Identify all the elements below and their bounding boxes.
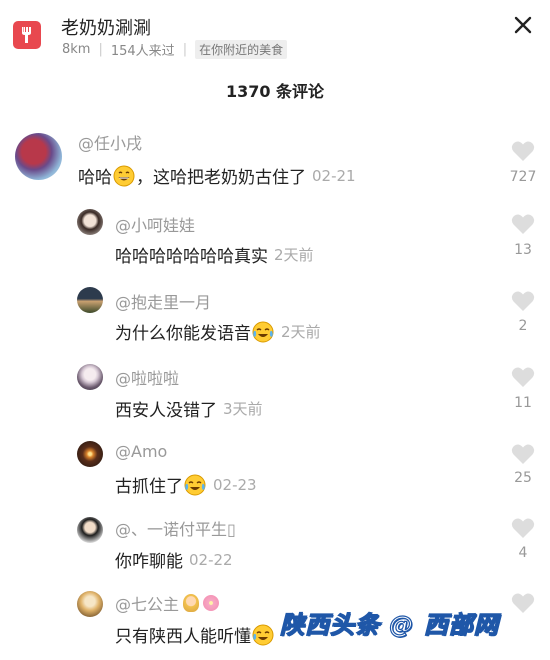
comment-text-part: 你咋聊能 [115, 552, 183, 572]
like-count: 11 [514, 395, 532, 411]
comment-time: 02-22 [189, 550, 233, 569]
avatar[interactable] [77, 287, 103, 313]
cherry-blossom-icon [203, 595, 220, 611]
comment-time: 02-21 [312, 166, 356, 185]
crying-laughing-emoji-icon [252, 624, 274, 645]
avatar[interactable] [77, 364, 103, 390]
heart-icon[interactable] [511, 366, 535, 388]
username[interactable]: @、一诺付平生▯ [115, 516, 236, 540]
close-button[interactable] [512, 14, 534, 36]
heart-icon[interactable] [511, 140, 535, 162]
avatar[interactable] [77, 591, 103, 617]
shop-meta: 8km | 154人来过 | 在你附近的美食 [62, 40, 288, 59]
comment-text: 哈哈 ，这哈把老奶奶古住了 02-21 [78, 163, 356, 188]
comment-text-part: 哈哈 [78, 168, 112, 188]
username[interactable]: @Amo [115, 442, 167, 461]
distance: 8km [62, 42, 91, 57]
avatar[interactable] [15, 133, 62, 180]
heart-icon[interactable] [511, 592, 535, 614]
username[interactable]: @抱走里一月 [115, 289, 211, 313]
avatar[interactable] [77, 209, 103, 235]
username[interactable]: @任小戌 [78, 130, 142, 154]
comment-text-part: ，这哈把老奶奶古住了 [136, 168, 306, 188]
divider: | [182, 42, 188, 57]
comment-time: 3天前 [223, 400, 263, 418]
comment-text: 西安人没错了 3天前 [115, 396, 263, 421]
like-count: 727 [509, 169, 537, 185]
username[interactable]: @啦啦啦 [115, 365, 179, 389]
like-count: 13 [514, 242, 532, 258]
comment-count: 1370 条评论 [225, 82, 325, 101]
like-count: 4 [518, 545, 528, 561]
avatar[interactable] [77, 441, 103, 467]
crying-laughing-emoji-icon [252, 321, 274, 342]
comment-text: 你咋聊能 02-22 [115, 547, 233, 573]
avatar[interactable] [77, 517, 103, 543]
comment-time: 2天前 [274, 246, 314, 264]
laughing-emoji-icon [113, 165, 135, 186]
comment-text: 古抓住了 02-23 [115, 472, 257, 497]
heart-icon[interactable] [511, 443, 535, 465]
comment-text: 哈哈哈哈哈哈哈真实 2天前 [115, 242, 314, 267]
comment-time: 2天前 [281, 323, 321, 341]
heart-icon[interactable] [511, 213, 535, 235]
shop-header: 老奶奶涮涮 8km | 154人来过 | 在你附近的美食 [0, 0, 550, 62]
comment-text-part: 为什么你能发语音 [115, 324, 251, 344]
crying-laughing-emoji-icon [184, 474, 206, 495]
username[interactable]: @七公主 [115, 591, 220, 615]
woman-emoji-icon [183, 594, 200, 612]
like-count: 2 [518, 318, 528, 334]
visit-count: 154人来过 [110, 44, 175, 59]
comment-text: 为什么你能发语音 2天前 [115, 319, 321, 344]
comment-text-part: 古抓住了 [115, 477, 183, 497]
comment-text-part: 只有陕西人能听懂 [115, 627, 251, 647]
fork-icon [13, 21, 41, 49]
username-text: @七公主 [115, 595, 180, 614]
username[interactable]: @小呵娃娃 [115, 212, 195, 236]
comment-text: 只有陕西人能听懂 [115, 622, 275, 647]
nearby-badge: 在你附近的美食 [195, 40, 288, 59]
comment-text-part: 哈哈哈哈哈哈哈真实 [115, 247, 268, 267]
like-count: 25 [514, 470, 532, 486]
close-icon [514, 16, 532, 34]
heart-icon[interactable] [511, 517, 535, 539]
heart-icon[interactable] [511, 290, 535, 312]
shop-name[interactable]: 老奶奶涮涮 [61, 14, 151, 40]
comment-text-part: 西安人没错了 [115, 401, 217, 421]
watermark: 陕西头条 @ 西部网 [279, 610, 499, 639]
comment-time: 02-23 [213, 475, 257, 494]
divider: | [98, 42, 103, 57]
